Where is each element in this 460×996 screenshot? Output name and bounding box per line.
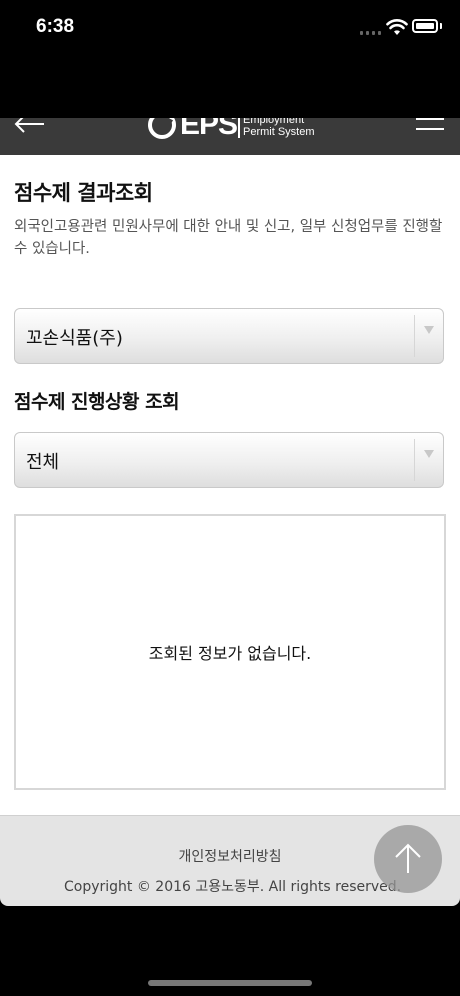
status-time: 6:38 [36,16,75,37]
site-header: EPS Employment Permit System [0,118,460,155]
page-title: 점수제 결과조회 [14,181,153,205]
company-select[interactable]: 꼬손식품(주) [14,308,444,364]
logo-subtitle: Employment Permit System [238,118,315,138]
wifi-icon [386,19,408,35]
arrow-up-icon [395,843,421,873]
battery-tip [440,23,442,29]
status-bar: 6:38 [0,0,460,118]
hamburger-menu-icon[interactable] [414,118,446,136]
dropdown-arrow-icon [424,450,434,458]
select-divider [414,439,415,481]
status-select-value: 전체 [26,452,60,473]
company-select-value: 꼬손식품(주) [26,328,123,349]
main-content: 점수제 결과조회 외국인고용관련 민원사무에 대한 안내 및 신고, 일부 신청… [0,155,460,815]
back-arrow-icon[interactable] [14,118,46,134]
eps-logo-mark-icon [148,118,176,139]
empty-results-message: 조회된 정보가 없습니다. [148,644,312,663]
page-description: 외국인고용관련 민원사무에 대한 안내 및 신고, 일부 신청업무를 진행할 수… [14,219,443,257]
logo-text: EPS [180,118,238,141]
battery-icon [412,19,438,33]
dropdown-arrow-icon [424,326,434,334]
status-select[interactable]: 전체 [14,432,444,488]
copyright-text: Copyright © 2016 고용노동부. All rights reser… [64,879,402,895]
scroll-to-top-button[interactable] [374,825,442,893]
cellular-signal-icon [360,29,382,35]
eps-logo[interactable]: EPS Employment Permit System [146,118,346,141]
home-indicator[interactable] [148,980,312,986]
status-section-title: 점수제 진행상황 조회 [14,391,180,413]
logo-subtitle-line2: Permit System [243,126,315,138]
select-divider [414,315,415,357]
logo-subtitle-line1: Employment [243,118,305,126]
results-panel: 조회된 정보가 없습니다. [14,514,446,790]
